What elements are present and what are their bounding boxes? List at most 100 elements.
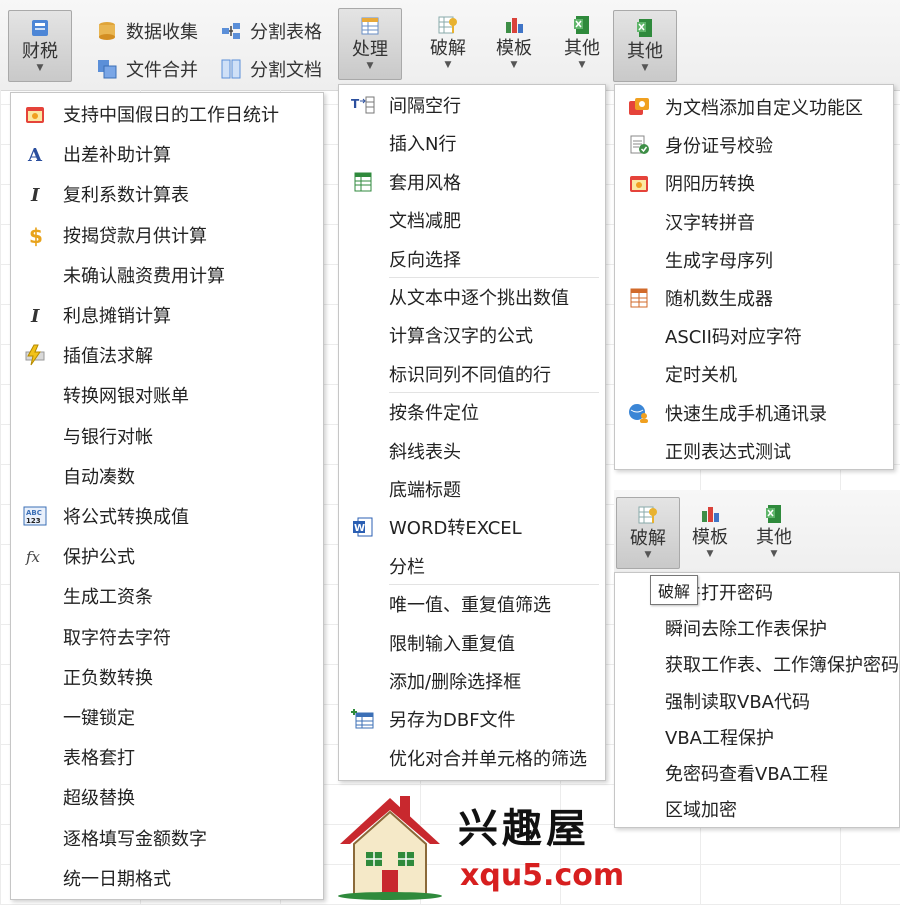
menu-item[interactable]: ASCII码对应字符 xyxy=(615,317,893,355)
menu-item[interactable]: 转换网银对账单 xyxy=(11,376,323,414)
menu-item-label: 正负数转换 xyxy=(63,667,153,689)
menu-item[interactable]: 免密码查看VBA工程 xyxy=(615,754,899,792)
menu-item[interactable]: 标识同列不同值的行 xyxy=(339,355,605,393)
svg-text:W: W xyxy=(354,523,365,534)
menu-item[interactable]: 按条件定位 xyxy=(339,393,605,431)
ribbon-button-fenge-wendang[interactable]: 分割文档 xyxy=(220,56,322,82)
menu-item-label: 保护公式 xyxy=(63,547,135,569)
menu-item-label: 间隔空行 xyxy=(389,96,461,117)
menu-item[interactable]: 插入N行 xyxy=(339,124,605,162)
menu-item[interactable]: 底端标题 xyxy=(339,470,605,508)
menu-item[interactable]: A 出差补助计算 xyxy=(11,135,323,173)
menu-item[interactable]: 反向选择 xyxy=(339,240,605,278)
menu-item[interactable]: I 复利系数计算表 xyxy=(11,175,323,213)
menu-item[interactable]: 区域加密 xyxy=(615,790,899,828)
menu-item[interactable]: T 间隔空行 xyxy=(339,86,605,124)
menu-item-label: 一键锁定 xyxy=(63,708,135,729)
menu-item[interactable]: VBA工程保护 xyxy=(615,718,899,756)
menu-item[interactable]: 套用风格 xyxy=(339,163,605,201)
menu-item[interactable]: 随机数生成器 xyxy=(615,279,893,317)
menu-item[interactable]: $ 按揭贷款月供计算 xyxy=(11,216,323,254)
mini-ribbon-button-qita[interactable]: 其他 ▼ xyxy=(742,497,806,569)
mini-ribbon-button-pojie[interactable]: 破解 ▼ xyxy=(616,497,680,569)
menu-item[interactable]: fx 保护公式 xyxy=(11,537,323,575)
menu-item[interactable]: 自动凑数 xyxy=(11,457,323,495)
dropdown-menu-pojie: 文件打开密码 瞬间去除工作表保护 获取工作表、工作簿保护密码 强制读取VBA代码 VBA… xyxy=(614,572,900,828)
ribbon-button-label: 数据收集 xyxy=(126,22,198,43)
menu-item[interactable]: 唯一值、重复值筛选 xyxy=(339,585,605,623)
menu-item[interactable]: 从文本中逐个挑出数值 xyxy=(339,278,605,316)
menu-item[interactable]: 未确认融资费用计算 xyxy=(11,256,323,294)
menu-item[interactable]: 生成字母序列 xyxy=(615,241,893,279)
menu-item-label: 反向选择 xyxy=(389,249,461,271)
svg-text:A: A xyxy=(27,145,43,166)
menu-item[interactable]: 瞬间去除工作表保护 xyxy=(615,609,899,647)
menu-item[interactable]: 另存为DBF文件 xyxy=(339,700,605,738)
menu-item-label: 出差补助计算 xyxy=(63,145,171,167)
menu-item[interactable]: I 利息摊销计算 xyxy=(11,296,323,334)
menu-item[interactable]: 身份证号校验 xyxy=(615,126,893,164)
ribbon-button-label: 其他 xyxy=(756,527,792,548)
menu-item-label: 阴阳历转换 xyxy=(665,174,755,196)
menu-item[interactable]: 正负数转换 xyxy=(11,658,323,696)
menu-item[interactable]: W WORD转EXCEL xyxy=(339,508,605,546)
menu-item-label: 免密码查看VBA工程 xyxy=(665,764,828,785)
menu-item[interactable]: 统一日期格式 xyxy=(11,859,323,897)
menu-item[interactable]: 文档减肥 xyxy=(339,201,605,239)
ribbon-button-moban[interactable]: 模板 ▼ xyxy=(482,8,546,80)
ribbon-button-label: 破解 xyxy=(430,38,466,59)
menu-item-label: 统一日期格式 xyxy=(63,868,171,890)
menu-item[interactable]: 为文档添加自定义功能区 xyxy=(615,88,893,126)
menu-item[interactable]: 定时关机 xyxy=(615,355,893,393)
menu-item[interactable]: 阴阳历转换 xyxy=(615,164,893,202)
menu-item-label: 支持中国假日的工作日统计 xyxy=(63,105,279,126)
menu-item-label: 快速生成手机通讯录 xyxy=(665,403,827,425)
menu-item[interactable]: 支持中国假日的工作日统计 xyxy=(11,95,323,133)
ribbon-button-wenjian-hebing[interactable]: 文件合并 xyxy=(96,56,198,82)
menu-item-label: 限制输入重复值 xyxy=(389,633,515,655)
menu-item-label: 分栏 xyxy=(389,556,425,578)
ribbon-button-shuju-shouji[interactable]: 数据收集 xyxy=(96,18,198,44)
svg-text:ABC: ABC xyxy=(26,509,42,517)
menu-item-label: 自动凑数 xyxy=(63,466,135,488)
menu-item-label: VBA工程保护 xyxy=(665,727,774,749)
menu-item[interactable]: 斜线表头 xyxy=(339,432,605,470)
watermark-url: xqu5.com xyxy=(460,858,625,893)
menu-item[interactable]: 强制读取VBA代码 xyxy=(615,682,899,720)
menu-item[interactable]: 限制输入重复值 xyxy=(339,624,605,662)
menu-item[interactable]: ABC 123 将公式转换成值 xyxy=(11,497,323,535)
svg-text:I: I xyxy=(30,185,40,206)
menu-item[interactable]: 逐格填写金额数字 xyxy=(11,819,323,857)
menu-item[interactable]: 汉字转拼音 xyxy=(615,203,893,241)
menu-item[interactable]: 与银行对帐 xyxy=(11,417,323,455)
menu-item[interactable]: 表格套打 xyxy=(11,738,323,776)
menu-item[interactable]: 获取工作表、工作簿保护密码 xyxy=(615,645,899,683)
ribbon-button-caishui[interactable]: 财税 ▼ xyxy=(8,10,72,82)
ribbon-button-fenge-biaoge[interactable]: 分割表格 xyxy=(220,18,322,44)
menu-item[interactable]: 正则表达式测试 xyxy=(615,432,893,470)
dropdown-menu-caishui: 支持中国假日的工作日统计 A 出差补助计算 I 复利系数计算表 $ 按揭贷款月供计算 未确认融… xyxy=(10,92,324,900)
menu-item-label: 汉字转拼音 xyxy=(665,212,755,234)
menu-item[interactable]: 添加/删除选择框 xyxy=(339,662,605,700)
menu-item[interactable]: 分栏 xyxy=(339,547,605,585)
menu-item[interactable]: 优化对合并单元格的筛选 xyxy=(339,739,605,777)
menu-item[interactable]: 超级替换 xyxy=(11,778,323,816)
globe-user-icon xyxy=(627,401,651,425)
menu-item-label: 底端标题 xyxy=(389,480,461,501)
mini-ribbon-button-moban[interactable]: 模板 ▼ xyxy=(678,497,742,569)
menu-item[interactable]: 计算含汉字的公式 xyxy=(339,316,605,354)
menu-item[interactable]: 快速生成手机通讯录 xyxy=(615,394,893,432)
process-icon xyxy=(361,17,379,35)
menu-item[interactable]: 取字符去字符 xyxy=(11,618,323,656)
menu-item[interactable]: 生成工资条 xyxy=(11,577,323,615)
ribbon-button-qita-active[interactable]: 其他 ▼ xyxy=(613,10,677,82)
crack-icon xyxy=(438,16,457,34)
menu-item[interactable]: 一键锁定 xyxy=(11,698,323,736)
ribbon-button-qita[interactable]: 其他 ▼ xyxy=(550,8,614,80)
menu-item[interactable]: 插值法求解 xyxy=(11,336,323,374)
ribbon-button-chuli[interactable]: 处理 ▼ xyxy=(338,8,402,80)
menu-item-label: 为文档添加自定义功能区 xyxy=(665,98,863,119)
ribbon-button-pojie[interactable]: 破解 ▼ xyxy=(416,8,480,80)
ribbon-button-label: 其他 xyxy=(627,41,663,62)
watermark: 兴趣屋 xqu5.com xyxy=(330,786,624,901)
